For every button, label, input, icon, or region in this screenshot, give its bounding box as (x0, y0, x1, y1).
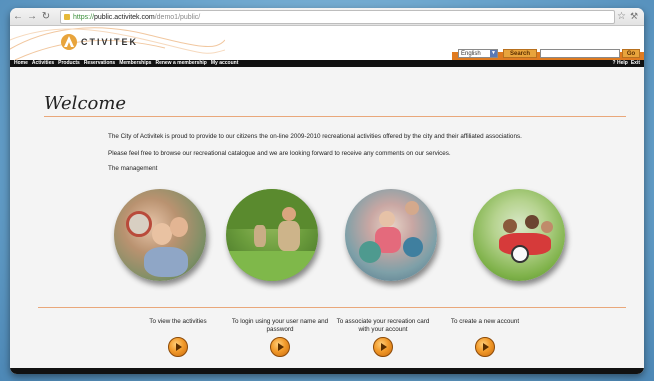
reload-icon[interactable]: ↻ (40, 10, 52, 24)
exercise-ball-shape (359, 241, 381, 263)
page-title: Welcome (44, 93, 127, 114)
lock-icon (64, 14, 70, 20)
site-logo[interactable]: CTIVITEK (60, 33, 138, 51)
child-face-shape (170, 217, 188, 237)
menu-exit[interactable]: Exit (631, 60, 640, 67)
play-icon (483, 343, 489, 351)
menu-help[interactable]: ? Help (613, 60, 628, 67)
main-content: Welcome The City of Activitek is proud t… (10, 67, 644, 374)
site-header: CTIVITEK English ▼ Search Go (10, 26, 644, 60)
logo-icon (61, 34, 77, 50)
chevron-down-icon: ▼ (490, 50, 497, 57)
menu-products[interactable]: Products (58, 60, 80, 67)
browser-toolbar: ← → ↻ https://public.activitek.com/demo1… (10, 8, 644, 26)
go-button[interactable]: Go (622, 49, 640, 58)
target-shape (126, 211, 152, 237)
forward-icon[interactable]: → (26, 10, 38, 24)
browser-window: ← → ↻ https://public.activitek.com/demo1… (10, 8, 644, 374)
bookmark-star-icon[interactable]: ☆ (617, 11, 626, 22)
sack-shape (254, 225, 266, 247)
back-icon[interactable]: ← (12, 10, 24, 24)
woman-face-shape (379, 211, 395, 227)
url-path: /demo1/public/ (154, 13, 201, 21)
exercise-ball-shape (403, 237, 423, 257)
divider (44, 116, 626, 117)
login-button[interactable] (270, 337, 290, 357)
grass-shape (226, 251, 318, 281)
play-icon (381, 343, 387, 351)
child-face-shape (541, 221, 553, 233)
play-icon (176, 343, 182, 351)
child-face-shape (525, 215, 539, 229)
main-menu: Home Activities Products Reservations Me… (10, 60, 644, 67)
archery-kids-photo (114, 189, 206, 281)
child-face-shape (152, 223, 172, 245)
feedback-paragraph: Please feel free to browse our recreatio… (108, 150, 451, 157)
intro-paragraph: The City of Activitek is proud to provid… (108, 133, 522, 140)
associate-card-button[interactable] (373, 337, 393, 357)
create-account-caption: To create a new account (450, 318, 520, 325)
clothes-shape (144, 247, 188, 277)
menu-home[interactable]: Home (14, 60, 28, 67)
signature: The management (108, 165, 158, 172)
sack-shape (278, 221, 300, 251)
menu-my-account[interactable]: My account (211, 60, 239, 67)
url-scheme: https:// (73, 13, 95, 21)
login-caption: To login using your user name and passwo… (231, 318, 329, 333)
language-value: English (461, 50, 481, 57)
search-button[interactable]: Search (503, 49, 537, 58)
view-activities-button[interactable] (168, 337, 188, 357)
menu-activities[interactable]: Activities (32, 60, 54, 67)
man-face-shape (405, 201, 419, 215)
wrench-icon[interactable]: ⚒ (630, 11, 638, 22)
address-bar[interactable]: https://public.activitek.com/demo1/publi… (60, 10, 615, 24)
footer-bar (10, 368, 644, 374)
trees-shape (226, 189, 318, 229)
child-face-shape (503, 219, 517, 233)
create-account-button[interactable] (475, 337, 495, 357)
divider (38, 307, 626, 308)
url-host: public.activitek.com (94, 13, 155, 21)
search-input[interactable] (540, 49, 620, 58)
fitness-class-photo (345, 189, 437, 281)
soccer-ball-shape (511, 245, 529, 263)
associate-card-caption: To associate your recreation card with y… (336, 318, 430, 333)
menu-reservations[interactable]: Reservations (84, 60, 115, 67)
logo-text: CTIVITEK (81, 37, 139, 47)
view-activities-caption: To view the activities (149, 318, 207, 325)
menu-memberships[interactable]: Memberships (119, 60, 151, 67)
language-select[interactable]: English ▼ (458, 49, 498, 58)
sack-race-photo (226, 189, 318, 281)
play-icon (278, 343, 284, 351)
child-face-shape (282, 207, 296, 221)
menu-renew-membership[interactable]: Renew a membership (155, 60, 206, 67)
soccer-kids-photo (473, 189, 565, 281)
